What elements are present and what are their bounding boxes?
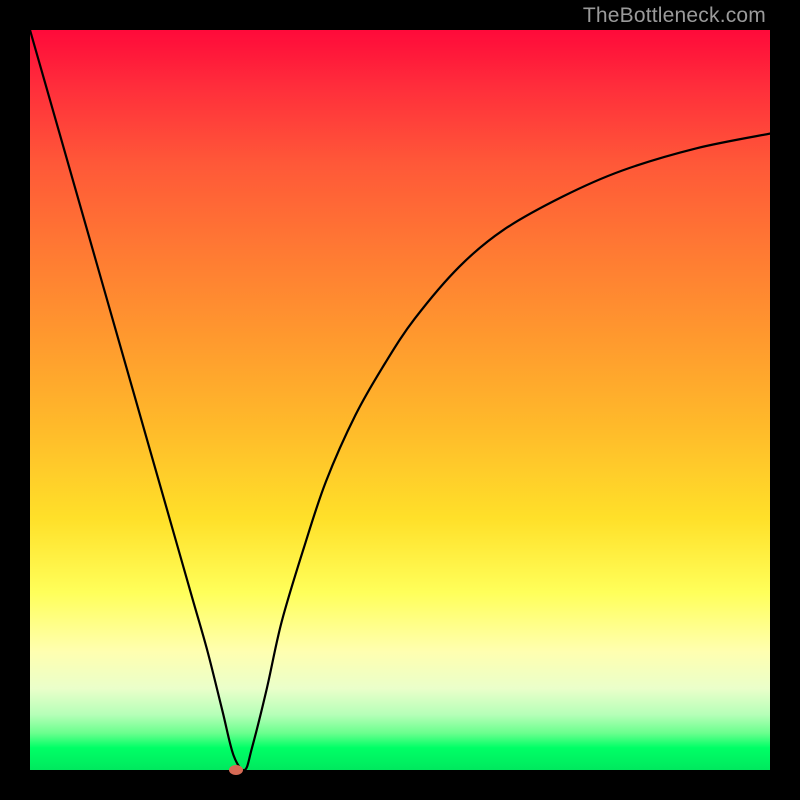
plot-area	[30, 30, 770, 770]
current-point-marker	[229, 765, 243, 775]
chart-frame: TheBottleneck.com	[0, 0, 800, 800]
bottleneck-curve	[30, 30, 770, 770]
watermark-text: TheBottleneck.com	[583, 4, 766, 28]
